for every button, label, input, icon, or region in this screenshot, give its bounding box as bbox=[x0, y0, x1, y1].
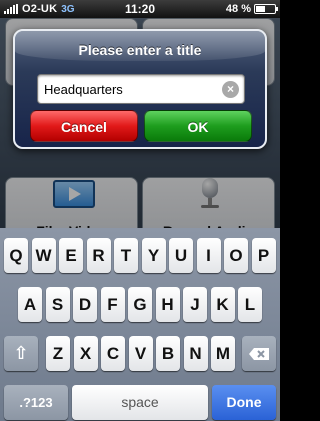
key-c[interactable]: C bbox=[101, 336, 125, 371]
cancel-button[interactable]: Cancel bbox=[30, 110, 138, 142]
space-key[interactable]: space bbox=[72, 385, 208, 420]
key-m[interactable]: M bbox=[211, 336, 235, 371]
backspace-icon bbox=[249, 348, 269, 360]
key-o[interactable]: O bbox=[224, 238, 248, 273]
key-x[interactable]: X bbox=[73, 336, 98, 371]
key-l[interactable]: L bbox=[238, 287, 262, 322]
key-f[interactable]: F bbox=[100, 287, 125, 322]
battery-percent: 48 % bbox=[225, 3, 251, 15]
key-a[interactable]: A bbox=[18, 287, 42, 322]
key-p[interactable]: P bbox=[251, 238, 276, 273]
key-u[interactable]: U bbox=[169, 238, 193, 273]
title-input[interactable] bbox=[44, 75, 214, 103]
alert-title: Please enter a title bbox=[78, 42, 202, 58]
key-q[interactable]: Q bbox=[4, 238, 28, 273]
key-k[interactable]: K bbox=[210, 287, 235, 322]
key-h[interactable]: H bbox=[155, 287, 180, 322]
key-g[interactable]: G bbox=[128, 287, 152, 322]
key-w[interactable]: W bbox=[31, 238, 56, 273]
shift-icon: ⇧ bbox=[13, 343, 29, 363]
battery-icon bbox=[254, 4, 278, 14]
keyboard: QWERTYUIOP ASDFGHJKL ⇧ ZXCVBNM .?123 spa… bbox=[0, 228, 280, 421]
key-r[interactable]: R bbox=[86, 238, 111, 273]
key-y[interactable]: Y bbox=[141, 238, 166, 273]
key-d[interactable]: D bbox=[73, 287, 97, 322]
key-j[interactable]: J bbox=[183, 287, 207, 322]
backspace-key[interactable] bbox=[242, 336, 276, 371]
key-s[interactable]: S bbox=[45, 287, 70, 322]
ok-button[interactable]: OK bbox=[144, 110, 252, 142]
shift-key[interactable]: ⇧ bbox=[4, 336, 38, 371]
key-z[interactable]: Z bbox=[46, 336, 70, 371]
title-alert-dialog: Please enter a title × Cancel OK bbox=[13, 29, 267, 149]
key-i[interactable]: I bbox=[196, 238, 221, 273]
battery-level bbox=[256, 6, 265, 12]
done-key[interactable]: Done bbox=[212, 385, 276, 420]
key-t[interactable]: T bbox=[114, 238, 138, 273]
numbers-key[interactable]: .?123 bbox=[4, 385, 68, 420]
status-right: 48 % bbox=[225, 3, 278, 15]
key-b[interactable]: B bbox=[156, 336, 180, 371]
status-bar: O2-UK 3G 11:20 48 % bbox=[0, 0, 280, 18]
clear-text-icon[interactable]: × bbox=[222, 81, 239, 98]
key-e[interactable]: E bbox=[59, 238, 83, 273]
title-field[interactable]: × bbox=[37, 74, 245, 104]
key-v[interactable]: V bbox=[128, 336, 153, 371]
key-n[interactable]: N bbox=[183, 336, 208, 371]
